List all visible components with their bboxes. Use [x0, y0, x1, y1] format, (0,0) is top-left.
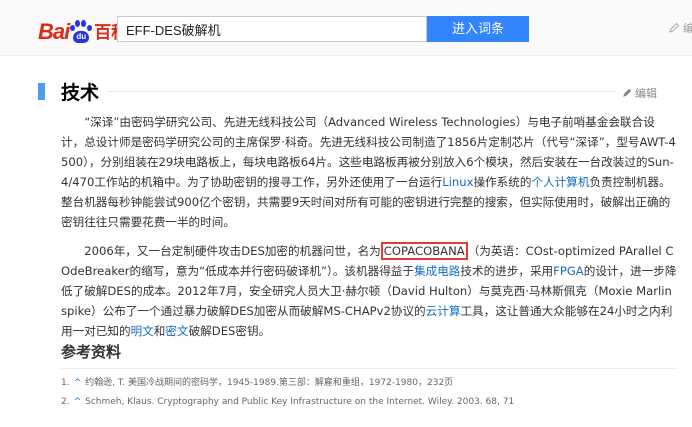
pencil-icon — [623, 88, 632, 97]
link-linux[interactable]: Linux — [442, 175, 473, 189]
reference-item: 2. ^ Schmeh, Klaus. Cryptography and Pub… — [61, 393, 677, 412]
section-title: 技术 — [61, 82, 100, 104]
reference-text: 约翰逊, T. 美国冷战期间的密码学，1945-1989.第三部：解雇和重组，1… — [85, 378, 454, 388]
link-fpga[interactable]: FPGA — [553, 264, 584, 278]
paragraph-text: 和 — [153, 324, 166, 338]
references-title: 参考资料 — [61, 343, 122, 361]
link-ciphertext[interactable]: 密文 — [165, 324, 188, 338]
section-marker — [38, 83, 45, 100]
section-edit-link[interactable]: 编辑 — [622, 85, 657, 101]
paw-icon: du — [70, 20, 93, 44]
reference-text: Schmeh, Klaus. Cryptography and Public K… — [85, 397, 515, 407]
logo-bai-text: Bai — [38, 19, 70, 44]
search-box — [117, 16, 427, 42]
logo-du-text: du — [73, 31, 90, 43]
search-input[interactable] — [118, 17, 426, 41]
baidu-baike-logo[interactable]: Bai du 百科 — [38, 14, 128, 44]
link-personal-computer[interactable]: 个人计算机 — [531, 175, 589, 189]
paragraph-2: 2006年，又一台定制硬件攻击DES加密的机器问世，名为 COPACOBANA （为… — [61, 241, 677, 341]
references-list: 1. ^ 约翰逊, T. 美国冷战期间的密码学，1945-1989.第三部：解雇… — [61, 374, 677, 412]
section-divider — [108, 91, 616, 92]
link-cloud-computing[interactable]: 云计算 — [426, 304, 461, 318]
edit-entry-link[interactable]: 编 — [668, 20, 692, 36]
reference-number: 2. — [61, 397, 70, 407]
reference-number: 1. — [61, 378, 70, 388]
top-bar: Bai du 百科 进入词条 编 — [0, 0, 692, 56]
references-divider — [61, 368, 677, 369]
edit-entry-label: 编 — [683, 23, 692, 35]
main-content: 技术 编辑 “深译”由密码学研究公司、先进无线科技公司（Advanced Wir… — [0, 56, 692, 427]
paragraph-text: 技术的进步，采用 — [460, 264, 554, 278]
link-integrated-circuit[interactable]: 集成电路 — [414, 264, 460, 278]
paragraph-text: 操作系统的 — [473, 175, 532, 189]
caret-up-icon[interactable]: ^ — [74, 393, 82, 412]
section-body: “深译”由密码学研究公司、先进无线科技公司（Advanced Wireless … — [61, 112, 677, 350]
paragraph-text: 2006年，又一台定制硬件攻击DES加密的机器问世，名为 — [84, 244, 381, 258]
caret-up-icon[interactable]: ^ — [74, 374, 82, 393]
enter-entry-button[interactable]: 进入词条 — [427, 16, 529, 42]
pencil-icon — [669, 22, 680, 33]
reference-item: 1. ^ 约翰逊, T. 美国冷战期间的密码学，1945-1989.第三部：解雇… — [61, 374, 677, 393]
section-edit-label: 编辑 — [635, 88, 657, 100]
highlighted-term-copacobana: COPACOBANA — [380, 242, 468, 260]
paragraph-1: “深译”由密码学研究公司、先进无线科技公司（Advanced Wireless … — [61, 112, 677, 232]
link-plaintext[interactable]: 明文 — [131, 324, 154, 338]
paragraph-text: 破解DES密钥。 — [188, 324, 271, 338]
